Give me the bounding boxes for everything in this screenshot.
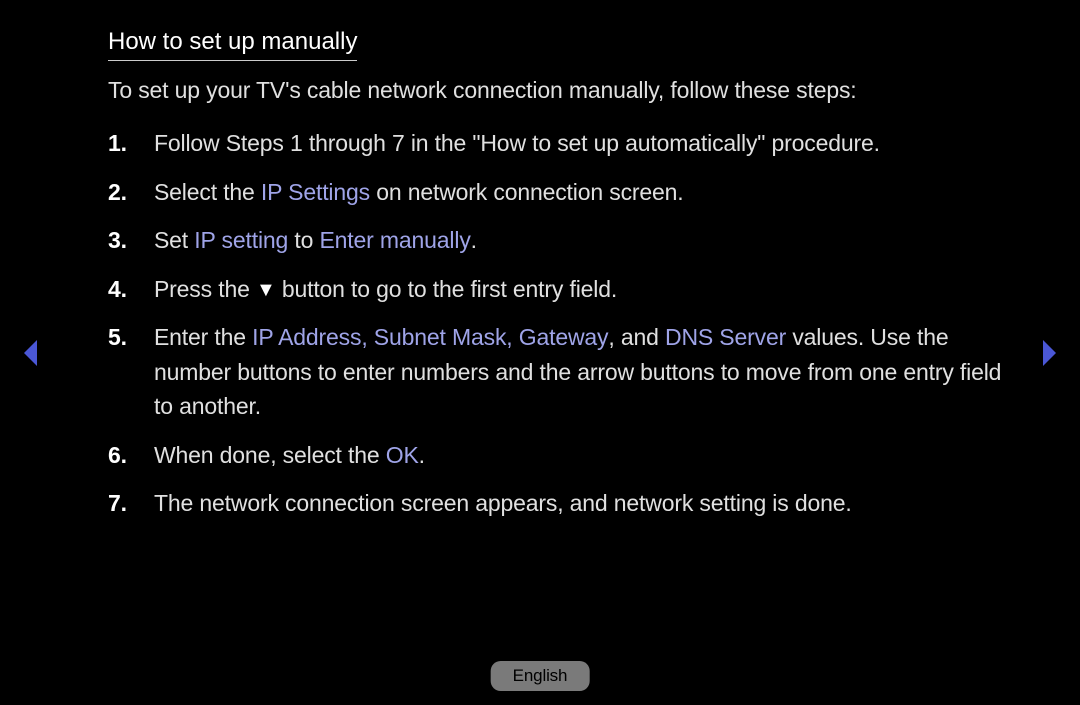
step-text: Follow Steps 1 through 7 in the "How to … [154, 130, 880, 156]
intro-text: To set up your TV's cable network connec… [108, 75, 1008, 106]
step-text: button to go to the first entry field. [276, 276, 618, 302]
chevron-right-icon [1038, 338, 1060, 368]
step-text: Select the [154, 179, 261, 205]
next-page-button[interactable] [1038, 338, 1060, 368]
step-text: Press the [154, 276, 256, 302]
step-text: , and [608, 324, 665, 350]
highlight-ok: OK [386, 442, 419, 468]
step-number: 7. [108, 486, 142, 521]
step-7: 7. The network connection screen appears… [108, 486, 1008, 521]
highlight-ip-setting: IP setting [194, 227, 288, 253]
step-text: . [419, 442, 425, 468]
previous-page-button[interactable] [20, 338, 42, 368]
step-5: 5. Enter the IP Address, Subnet Mask, Ga… [108, 320, 1008, 424]
step-1: 1. Follow Steps 1 through 7 in the "How … [108, 126, 1008, 161]
step-text: on network connection screen. [370, 179, 684, 205]
step-number: 4. [108, 272, 142, 307]
step-number: 5. [108, 320, 142, 355]
down-arrow-icon: ▼ [256, 280, 276, 300]
step-6: 6. When done, select the OK. [108, 438, 1008, 473]
chevron-left-icon [20, 338, 42, 368]
step-4: 4. Press the ▼ button to go to the first… [108, 272, 1008, 307]
step-text: . [471, 227, 477, 253]
highlight-dns-server: DNS Server [665, 324, 786, 350]
step-text: When done, select the [154, 442, 386, 468]
steps-list: 1. Follow Steps 1 through 7 in the "How … [108, 126, 1008, 521]
page-title: How to set up manually [108, 28, 357, 61]
step-text: to [288, 227, 319, 253]
highlight-ip-mask-gateway: IP Address, Subnet Mask, Gateway [252, 324, 608, 350]
step-text: Set [154, 227, 194, 253]
manual-content: How to set up manually To set up your TV… [108, 28, 1008, 535]
highlight-ip-settings: IP Settings [261, 179, 370, 205]
step-number: 3. [108, 223, 142, 258]
highlight-enter-manually: Enter manually [319, 227, 470, 253]
step-text: The network connection screen appears, a… [154, 490, 852, 516]
language-indicator[interactable]: English [491, 661, 590, 691]
step-text: Enter the [154, 324, 252, 350]
step-number: 1. [108, 126, 142, 161]
step-number: 2. [108, 175, 142, 210]
step-2: 2. Select the IP Settings on network con… [108, 175, 1008, 210]
step-3: 3. Set IP setting to Enter manually. [108, 223, 1008, 258]
step-number: 6. [108, 438, 142, 473]
